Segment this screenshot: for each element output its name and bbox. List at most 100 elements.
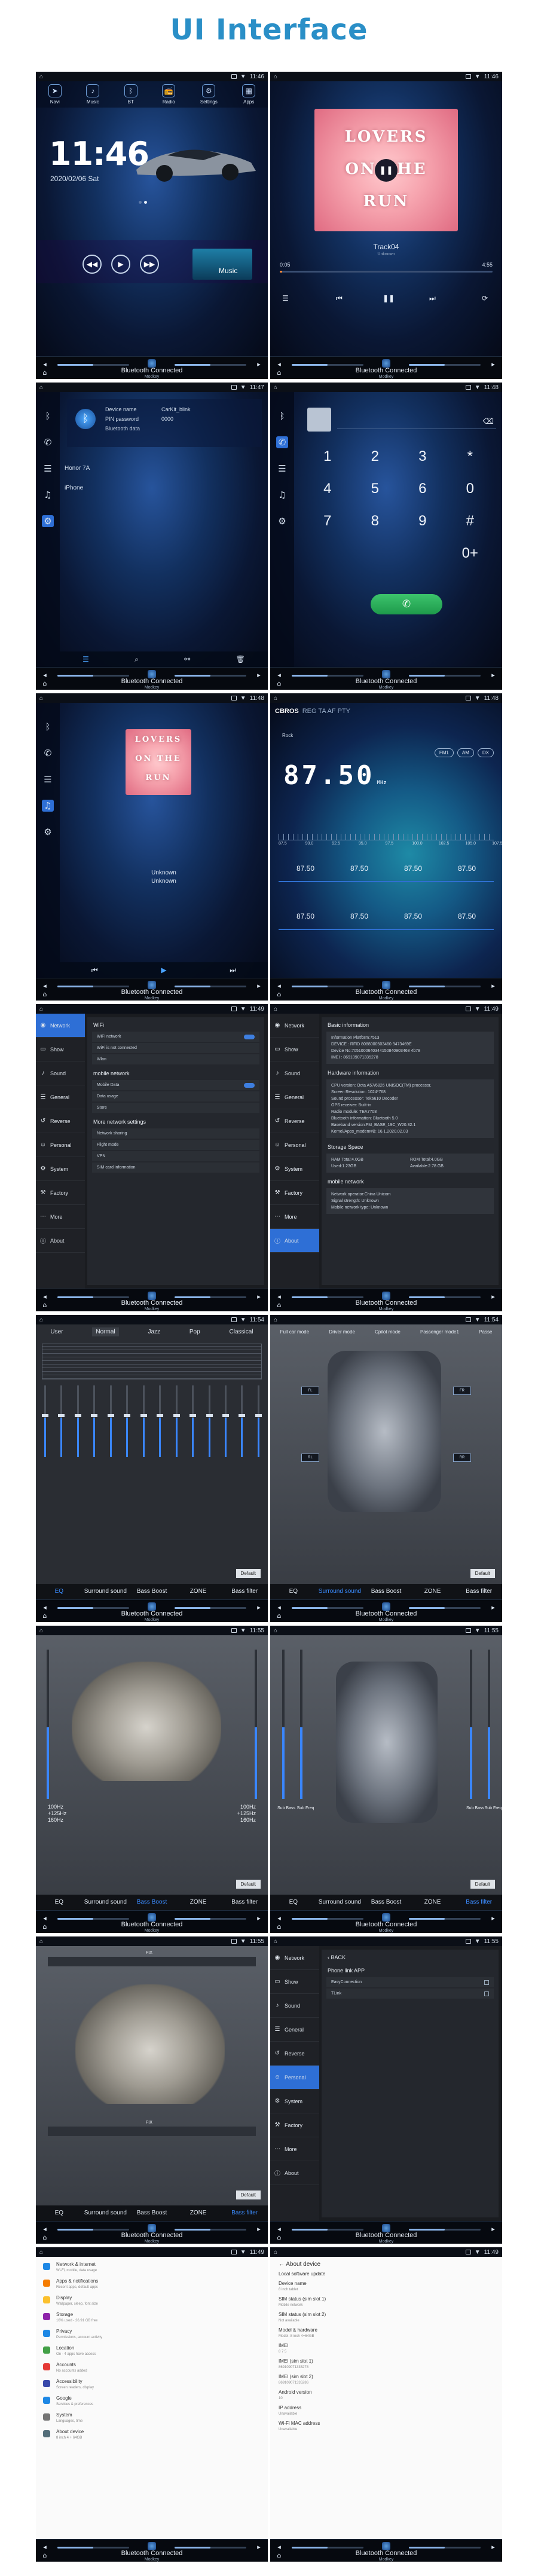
contacts-tab-icon[interactable]: ☰	[42, 463, 54, 475]
eq-band-slider[interactable]	[74, 1385, 81, 1457]
speaker-rl[interactable]: RL	[301, 1454, 319, 1462]
about-item[interactable]: IMEI (sim slot 1) 869109071335278	[270, 2355, 502, 2370]
sound-tab[interactable]: Bass filter	[456, 1589, 502, 1595]
band-button[interactable]: FM1	[434, 748, 454, 757]
search-icon[interactable]: ⌕	[134, 655, 139, 664]
home-button[interactable]: ⌂	[275, 1612, 283, 1620]
volume-slider-left[interactable]	[57, 675, 129, 677]
volume-up-button[interactable]: ▸	[255, 982, 263, 990]
volume-slider-right[interactable]	[175, 2547, 246, 2549]
settings-tab-icon[interactable]: ⚙	[42, 826, 54, 838]
sound-tab[interactable]: Surround sound	[317, 1589, 363, 1595]
volume-slider-left[interactable]	[292, 364, 363, 366]
dial-key[interactable]: 2	[351, 448, 399, 465]
home-app-5[interactable]: ▦ Apps	[242, 84, 256, 105]
volume-down-button[interactable]: ◂	[275, 671, 283, 680]
eq-preset[interactable]: Normal	[92, 1327, 119, 1336]
sub-fader-4[interactable]	[488, 1650, 490, 1799]
sound-tab[interactable]: Surround sound	[82, 1899, 129, 1905]
settings-menu-item[interactable]: ↺ Reverse	[270, 1109, 319, 1133]
dial-key[interactable]: 0	[447, 481, 494, 497]
settings-menu-item[interactable]: ⋯ More	[36, 1205, 85, 1229]
bluetooth-tab-icon[interactable]: ᛒ	[42, 410, 54, 422]
link-icon[interactable]: ⚯	[184, 655, 190, 663]
tuning-scale[interactable]: 87.5 90.0 92.5 95.0 97.5 100.0 102.5 105.0 107.5	[279, 824, 502, 846]
about-item[interactable]: Device name 8 inch tablet	[270, 2277, 502, 2293]
band-button[interactable]: DX	[477, 748, 494, 757]
volume-up-button[interactable]: ▸	[255, 1914, 263, 1923]
preset-button[interactable]: 87.50	[440, 912, 494, 930]
zone-mode[interactable]: Driver mode	[329, 1329, 355, 1335]
settings-menu-item[interactable]: ⚙ System	[270, 2089, 319, 2113]
eq-band-slider[interactable]	[91, 1385, 98, 1457]
dial-key[interactable]: 1	[304, 448, 351, 465]
settings-menu-item[interactable]: ▭ Show	[270, 1038, 319, 1061]
volume-slider-left[interactable]	[292, 986, 363, 987]
settings-menu-item[interactable]: ▭ Show	[36, 1038, 85, 1061]
pause-icon[interactable]: ❚❚	[383, 294, 395, 302]
volume-up-button[interactable]: ▸	[489, 2543, 497, 2551]
volume-down-button[interactable]: ◂	[275, 982, 283, 990]
dial-key[interactable]	[351, 545, 399, 562]
home-icon[interactable]: ⌂	[274, 695, 280, 702]
settings-menu-item[interactable]: ⋯ More	[270, 1205, 319, 1229]
preset-button[interactable]: 87.50	[440, 864, 494, 882]
home-button[interactable]: ⌂	[275, 2551, 283, 2560]
delete-icon[interactable]: 🗑	[236, 655, 245, 663]
sound-tab[interactable]: ZONE	[409, 1589, 456, 1595]
home-icon[interactable]: ⌂	[39, 1006, 45, 1012]
settings-menu-item[interactable]: ♪ Sound	[270, 1994, 319, 2018]
settings-menu-item[interactable]: ☺ Personal	[270, 1133, 319, 1157]
volume-down-button[interactable]: ◂	[41, 2225, 49, 2234]
wifi-item[interactable]: WiFi is not connected	[92, 1043, 259, 1053]
home-app-1[interactable]: ♪ Music	[86, 84, 100, 105]
prev-icon[interactable]: ⏮	[336, 294, 343, 303]
home-button[interactable]: ⌂	[275, 680, 283, 688]
balance-slider-bottom[interactable]	[48, 2127, 256, 2136]
volume-slider-left[interactable]	[57, 364, 129, 366]
backspace-icon[interactable]: ⌫	[483, 417, 494, 426]
volume-slider-right[interactable]	[175, 675, 246, 677]
volume-down-button[interactable]: ◂	[275, 2543, 283, 2551]
volume-down-button[interactable]: ◂	[275, 1604, 283, 1612]
contacts-tab-icon[interactable]: ☰	[42, 773, 54, 785]
zone-mode[interactable]: Passe	[479, 1329, 492, 1335]
bluetooth-tab-icon[interactable]: ᛒ	[42, 721, 54, 733]
phone-tab-icon[interactable]: ✆	[42, 747, 54, 759]
eq-preset[interactable]: Classical	[230, 1329, 253, 1335]
dial-key[interactable]	[399, 545, 447, 562]
eq-preset[interactable]: Jazz	[148, 1329, 160, 1335]
volume-up-button[interactable]: ▸	[489, 671, 497, 680]
volume-up-button[interactable]: ▸	[255, 671, 263, 680]
volume-slider-right[interactable]	[409, 364, 481, 366]
android-settings-item[interactable]: Storage 16% used - 26.91 GB free	[36, 2307, 268, 2324]
prev-button[interactable]: ◀◀	[82, 255, 102, 274]
volume-slider-right[interactable]	[409, 1296, 481, 1298]
sound-tab[interactable]: Bass Boost	[363, 1589, 409, 1595]
volume-slider-left[interactable]	[57, 986, 129, 987]
settings-menu-item[interactable]: ⚙ System	[36, 1157, 85, 1181]
volume-down-button[interactable]: ◂	[41, 2543, 49, 2551]
device-name-value[interactable]: CarKit_blink	[161, 406, 191, 412]
eq-band-slider[interactable]	[140, 1385, 147, 1457]
settings-menu-item[interactable]: ◉ Network	[270, 1946, 319, 1970]
settings-menu-item[interactable]: ⓘ About	[270, 2161, 319, 2185]
android-settings-item[interactable]: Accounts No accounts added	[36, 2357, 268, 2374]
eq-band-slider[interactable]	[107, 1385, 114, 1457]
progress-bar[interactable]	[280, 271, 493, 273]
prev-icon[interactable]: ⏮	[91, 966, 98, 975]
zone-mode[interactable]: Passenger mode1	[420, 1329, 459, 1335]
sound-tab[interactable]: ZONE	[175, 1589, 222, 1595]
settings-menu-item[interactable]: ☺ Personal	[270, 2066, 319, 2089]
volume-slider-right[interactable]	[409, 2229, 481, 2231]
sound-tab[interactable]: Bass Boost	[363, 1899, 409, 1905]
volume-slider-left[interactable]	[292, 2229, 363, 2231]
home-button[interactable]: ⌂	[275, 369, 283, 377]
home-icon[interactable]: ⌂	[39, 384, 45, 391]
volume-up-button[interactable]: ▸	[255, 1293, 263, 1301]
play-icon[interactable]: ▶	[161, 966, 166, 974]
about-item[interactable]: SIM status (sim slot 2) Not available	[270, 2308, 502, 2324]
sound-tab[interactable]: ZONE	[175, 2210, 222, 2216]
band-button[interactable]: AM	[457, 748, 474, 757]
home-icon[interactable]: ⌂	[274, 1006, 280, 1012]
